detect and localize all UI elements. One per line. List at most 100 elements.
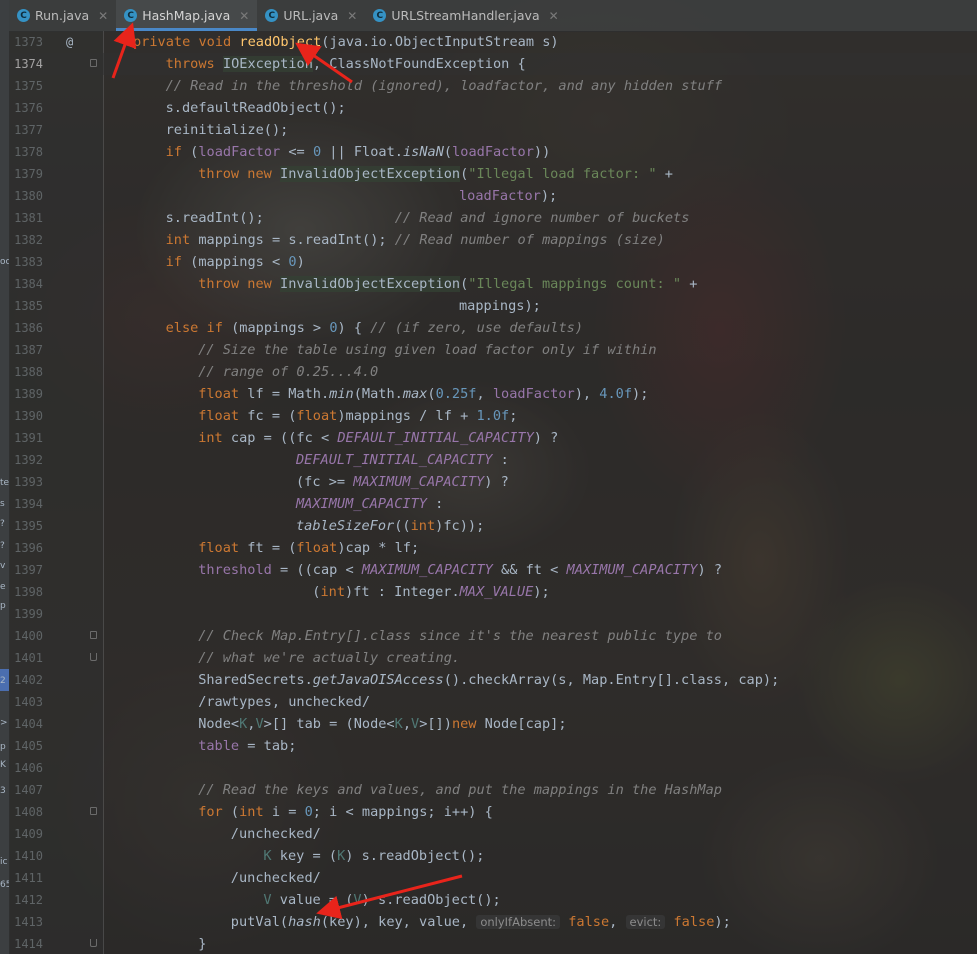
code-line[interactable]: 1376 s.defaultReadObject(); xyxy=(9,97,977,119)
tab-hashmap-java[interactable]: C HashMap.java ✕ xyxy=(116,0,258,31)
close-tab-icon[interactable]: ✕ xyxy=(239,9,249,23)
code-line[interactable]: 1378 if (loadFactor <= 0 || Float.isNaN(l… xyxy=(9,141,977,163)
code-line[interactable]: 1383 if (mappings < 0) xyxy=(9,251,977,273)
project-panel-fragment: te xyxy=(0,478,9,488)
tab-label: HashMap.java xyxy=(142,8,231,23)
code-line[interactable]: 1384 throw new InvalidObjectException("Il… xyxy=(9,273,977,295)
code-line[interactable]: 1401 // what we're actually creating. xyxy=(9,647,977,669)
code-line[interactable]: 1414} xyxy=(9,933,977,954)
code-line[interactable]: 1375 // Read in the threshold (ignored), … xyxy=(9,75,977,97)
code-text: s.defaultReadObject(); xyxy=(165,100,346,116)
line-number: 1393 xyxy=(14,475,43,489)
code-line[interactable]: 1397 threshold = ((cap < MAXIMUM_CAPACITY… xyxy=(9,559,977,581)
close-tab-icon[interactable]: ✕ xyxy=(347,9,357,23)
line-number: 1375 xyxy=(14,79,43,93)
line-number: 1395 xyxy=(14,519,43,533)
code-text: table = tab; xyxy=(198,738,297,754)
fold-toggle-icon[interactable] xyxy=(90,807,97,815)
fold-toggle-icon[interactable] xyxy=(90,631,97,639)
code-line[interactable]: 1389 float lf = Math.min(Math.max(0.25f, … xyxy=(9,383,977,405)
code-line[interactable]: 1387 // Size the table using given load f… xyxy=(9,339,977,361)
fold-toggle-icon[interactable] xyxy=(90,653,97,661)
code-line[interactable]: 1403/rawtypes, unchecked/ xyxy=(9,691,977,713)
line-number: 1387 xyxy=(14,343,43,357)
line-number: 1373 xyxy=(14,35,43,49)
code-text: // Read the keys and values, and put the… xyxy=(198,782,722,798)
code-text: // Check Map.Entry[].class since it's th… xyxy=(198,628,722,644)
code-line[interactable]: 1394 MAXIMUM_CAPACITY : xyxy=(9,493,977,515)
line-number: 1414 xyxy=(14,937,43,951)
line-number: 1397 xyxy=(14,563,43,577)
tab-label: URL.java xyxy=(283,8,339,23)
code-line[interactable]: 1395 tableSizeFor((int)fc)); xyxy=(9,515,977,537)
code-line[interactable]: 1404 Node<K,V>[] tab = (Node<K,V>[])new N… xyxy=(9,713,977,735)
code-text: if (loadFactor <= 0 || Float.isNaN(loadF… xyxy=(165,144,551,160)
code-text: threshold = ((cap < MAXIMUM_CAPACITY && … xyxy=(198,562,723,578)
code-line[interactable]: 1402 SharedSecrets.getJavaOISAccess().che… xyxy=(9,669,977,691)
code-line[interactable]: 1373 @ private void readObject(java.io.Obj… xyxy=(9,31,977,53)
line-number: 1381 xyxy=(14,211,43,225)
code-line[interactable]: 1374 throws IOException, ClassNotFoundExc… xyxy=(9,53,977,75)
code-text: (fc >= MAXIMUM_CAPACITY) ? xyxy=(296,474,509,490)
code-text: // range of 0.25...4.0 xyxy=(198,364,379,380)
code-line[interactable]: 1385 mappings); xyxy=(9,295,977,317)
code-line[interactable]: 1411/unchecked/ xyxy=(9,867,977,889)
code-line[interactable]: 1396 float ft = (float)cap * lf; xyxy=(9,537,977,559)
code-line[interactable]: 1406 xyxy=(9,757,977,779)
code-line[interactable]: 1382 int mappings = s.readInt(); // Read … xyxy=(9,229,977,251)
code-line[interactable]: 1398 (int)ft : Integer.MAX_VALUE); xyxy=(9,581,977,603)
code-text: /unchecked/ xyxy=(230,870,321,886)
code-line[interactable]: 1400 // Check Map.Entry[].class since it'… xyxy=(9,625,977,647)
fold-toggle-icon[interactable] xyxy=(90,939,97,947)
code-text: putVal(hash(key), key, value, onlyIfAbse… xyxy=(230,914,731,930)
code-line[interactable]: 1392 DEFAULT_INITIAL_CAPACITY : xyxy=(9,449,977,471)
line-number: 1389 xyxy=(14,387,43,401)
code-text: mappings); xyxy=(459,298,541,314)
line-number: 1404 xyxy=(14,717,43,731)
line-number: 1406 xyxy=(14,761,43,775)
line-number: 1383 xyxy=(14,255,43,269)
line-number: 1412 xyxy=(14,893,43,907)
code-text: // Size the table using given load facto… xyxy=(198,342,657,358)
tab-run-java[interactable]: C Run.java ✕ xyxy=(9,0,116,31)
code-line[interactable]: 1388 // range of 0.25...4.0 xyxy=(9,361,977,383)
line-number: 1401 xyxy=(14,651,43,665)
code-line[interactable]: 1407 // Read the keys and values, and put… xyxy=(9,779,977,801)
close-tab-icon[interactable]: ✕ xyxy=(98,9,108,23)
line-number: 1408 xyxy=(14,805,43,819)
code-line[interactable]: 1379 throw new InvalidObjectException("Il… xyxy=(9,163,977,185)
code-line[interactable]: 1408 for (int i = 0; i < mappings; i++) { xyxy=(9,801,977,823)
line-number: 1410 xyxy=(14,849,43,863)
line-number: 1391 xyxy=(14,431,43,445)
code-line[interactable]: 1381 s.readInt(); // Read and ignore numb… xyxy=(9,207,977,229)
fold-toggle-icon[interactable] xyxy=(90,59,97,67)
code-line[interactable]: 1380 loadFactor); xyxy=(9,185,977,207)
line-number: 1399 xyxy=(14,607,43,621)
project-panel-fragment: p xyxy=(0,601,6,611)
code-line[interactable]: 1393 (fc >= MAXIMUM_CAPACITY) ? xyxy=(9,471,977,493)
tab-urlstreamhandler-java[interactable]: C URLStreamHandler.java ✕ xyxy=(365,0,566,31)
code-line[interactable]: 1413 putVal(hash(key), key, value, onlyIf… xyxy=(9,911,977,933)
line-number: 1386 xyxy=(14,321,43,335)
code-text: DEFAULT_INITIAL_CAPACITY : xyxy=(296,452,509,468)
code-line[interactable]: 1409/unchecked/ xyxy=(9,823,977,845)
code-line[interactable]: 1405 table = tab; xyxy=(9,735,977,757)
java-class-icon: C xyxy=(373,9,387,22)
code-text: int mappings = s.readInt(); // Read numb… xyxy=(165,232,665,248)
code-line[interactable]: 1390 float fc = (float)mappings / lf + 1.… xyxy=(9,405,977,427)
code-line[interactable]: 1391 int cap = ((fc < DEFAULT_INITIAL_CAP… xyxy=(9,427,977,449)
code-line[interactable]: 1412 V value = (V) s.readObject(); xyxy=(9,889,977,911)
override-marker-icon[interactable]: @ xyxy=(66,31,73,53)
line-number: 1378 xyxy=(14,145,43,159)
code-line[interactable]: 1399 xyxy=(9,603,977,625)
tab-url-java[interactable]: C URL.java ✕ xyxy=(257,0,365,31)
line-number: 1374 xyxy=(14,57,43,71)
code-editor[interactable]: 1373 @ private void readObject(java.io.Obj… xyxy=(9,31,977,954)
code-text: MAXIMUM_CAPACITY : xyxy=(296,496,444,512)
code-line[interactable]: 1377 reinitialize(); xyxy=(9,119,977,141)
code-line[interactable]: 1386 else if (mappings > 0) { // (if zero… xyxy=(9,317,977,339)
close-tab-icon[interactable]: ✕ xyxy=(549,9,559,23)
code-text: Node<K,V>[] tab = (Node<K,V>[])new Node[… xyxy=(198,716,567,732)
project-panel-fragment: K xyxy=(0,760,6,770)
code-line[interactable]: 1410 K key = (K) s.readObject(); xyxy=(9,845,977,867)
